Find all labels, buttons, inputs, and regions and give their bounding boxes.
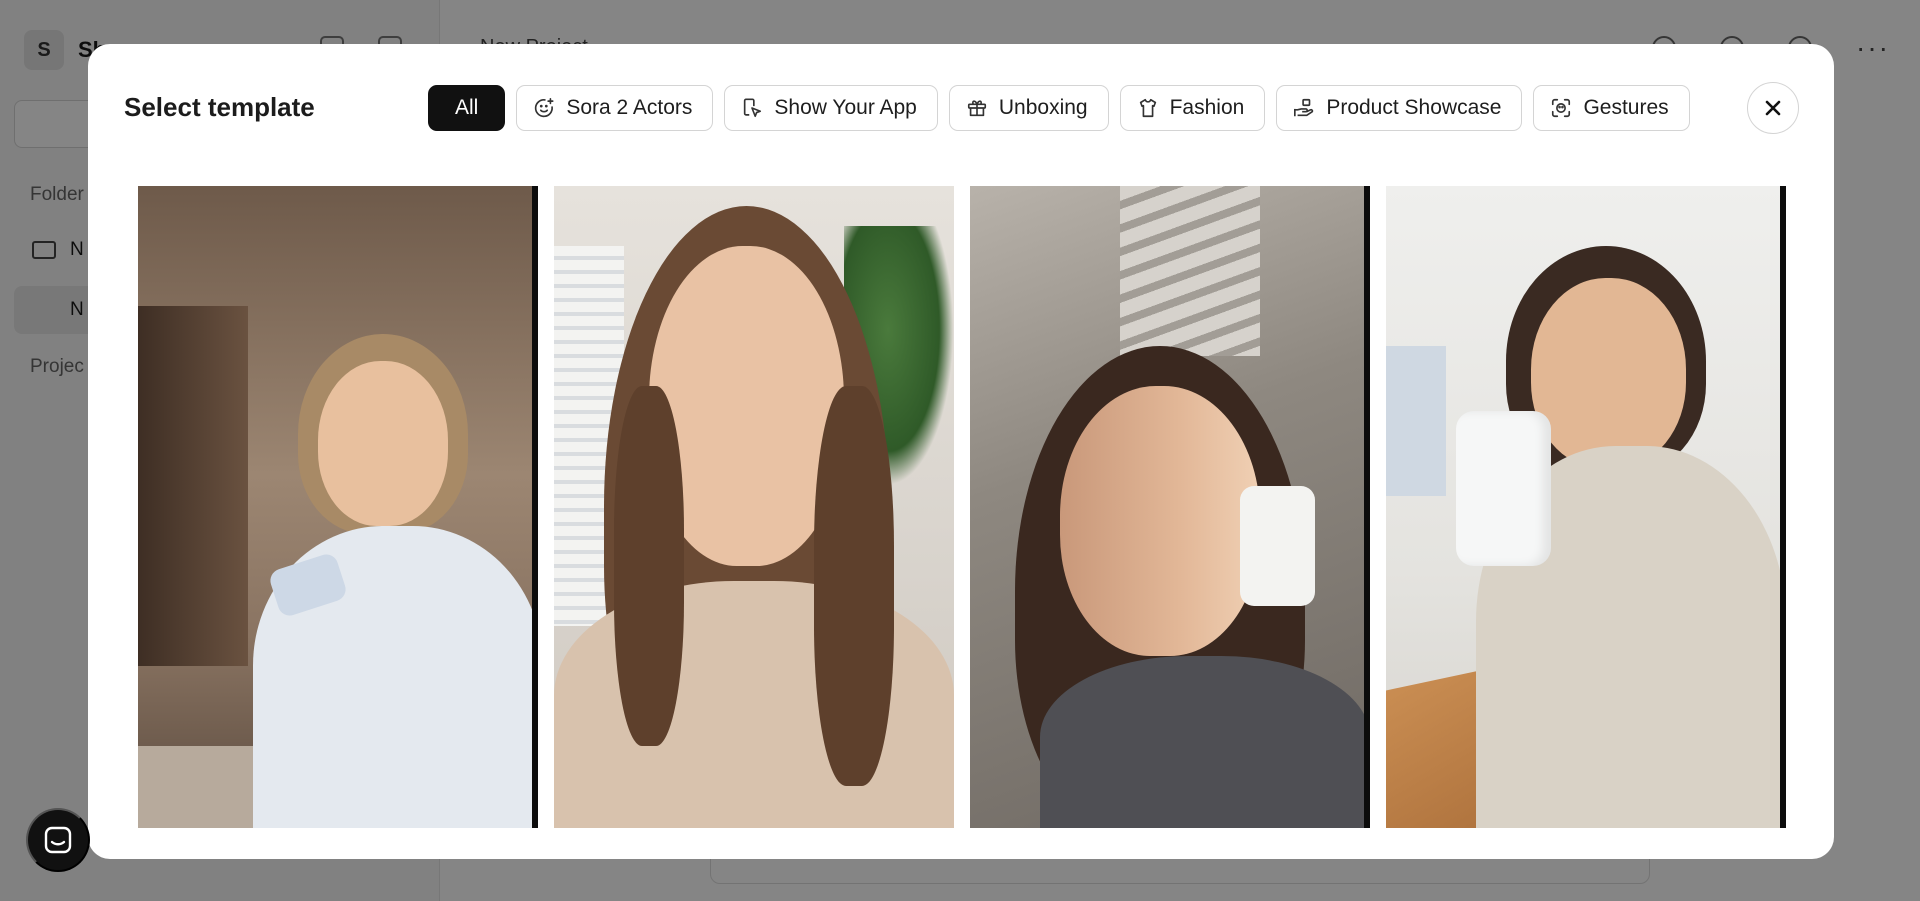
select-template-modal: Select template All Sora 2 Actors Show Y… (88, 44, 1834, 859)
filter-all[interactable]: All (428, 85, 506, 131)
phone-tap-icon (744, 98, 762, 118)
kitchen-window (1386, 346, 1446, 496)
gift-icon (967, 100, 986, 117)
filter-sora-2-actors[interactable]: Sora 2 Actors (516, 85, 714, 131)
filter-label: All (455, 96, 479, 119)
filter-product-showcase[interactable]: Product Showcase (1276, 85, 1523, 131)
support-chat-button[interactable] (26, 808, 90, 872)
chat-icon (44, 826, 72, 854)
frame-edge (532, 186, 538, 828)
template-card[interactable] (138, 186, 538, 828)
modal-title: Select template (124, 92, 315, 122)
close-icon (1765, 100, 1781, 116)
hair-left (614, 386, 684, 746)
face (1060, 386, 1260, 656)
filter-label: Sora 2 Actors (566, 96, 693, 119)
hand-box-icon (1294, 98, 1314, 117)
top (1040, 656, 1370, 828)
template-card[interactable] (554, 186, 954, 828)
filter-label: Gestures (1583, 96, 1669, 119)
filter-show-your-app[interactable]: Show Your App (724, 85, 938, 131)
filter-label: Unboxing (998, 96, 1088, 119)
template-filter-bar: All Sora 2 Actors Show Your App Unboxing… (428, 85, 1690, 131)
filter-fashion[interactable]: Fashion (1119, 85, 1266, 131)
hair-right (814, 386, 894, 786)
filter-gestures[interactable]: Gestures (1533, 85, 1690, 131)
smile-sparkle-icon (535, 98, 554, 118)
face-scan-icon (1552, 98, 1571, 118)
filter-label: Fashion (1169, 96, 1245, 119)
template-card[interactable] (1386, 186, 1786, 828)
close-modal-button[interactable] (1747, 82, 1799, 134)
filter-label: Show Your App (774, 96, 917, 119)
product-bottle (1240, 486, 1315, 606)
frame-edge (1780, 186, 1786, 828)
frame-edge (1364, 186, 1370, 828)
template-grid (138, 186, 1786, 828)
window-shadow (1120, 186, 1260, 356)
room-doorway (138, 306, 248, 666)
filter-label: Product Showcase (1326, 96, 1502, 119)
face (1531, 278, 1686, 468)
filter-unboxing[interactable]: Unboxing (948, 85, 1109, 131)
template-card[interactable] (970, 186, 1370, 828)
tshirt-icon (1139, 98, 1156, 118)
face (318, 361, 448, 526)
product-jar (1456, 411, 1551, 566)
